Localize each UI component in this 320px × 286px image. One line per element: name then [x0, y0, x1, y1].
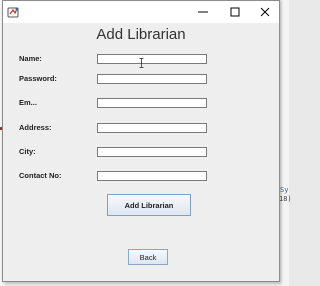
background-code-text: Sy [280, 186, 289, 194]
text-cursor-icon [139, 58, 144, 68]
background-editor [282, 0, 289, 286]
name-label: Name: [19, 54, 42, 63]
back-button[interactable]: Back [128, 249, 168, 265]
add-librarian-window: Add Librarian Name: Password: Em... Addr… [2, 0, 280, 282]
background-code-text: 18) [279, 195, 292, 203]
title-bar[interactable] [3, 1, 279, 23]
close-button[interactable] [251, 1, 279, 23]
contact-no-label: Contact No: [19, 171, 62, 180]
minimize-icon [198, 11, 208, 13]
address-field[interactable] [97, 123, 207, 133]
java-app-icon [7, 7, 19, 18]
minimize-button[interactable] [189, 1, 217, 23]
close-icon [260, 7, 270, 17]
email-label: Em... [19, 98, 37, 107]
maximize-button[interactable] [221, 1, 249, 23]
maximize-icon [230, 7, 240, 17]
name-field[interactable] [97, 54, 207, 64]
city-field[interactable] [97, 147, 207, 157]
form-panel: Add Librarian Name: Password: Em... Addr… [3, 23, 279, 281]
page-title: Add Librarian [96, 26, 186, 43]
add-librarian-button[interactable]: Add Librarian [107, 194, 191, 216]
contact-no-field[interactable] [97, 171, 207, 181]
password-label: Password: [19, 74, 57, 83]
password-field[interactable] [97, 74, 207, 84]
city-label: City: [19, 147, 36, 156]
address-label: Address: [19, 123, 52, 132]
email-field[interactable] [97, 98, 207, 108]
